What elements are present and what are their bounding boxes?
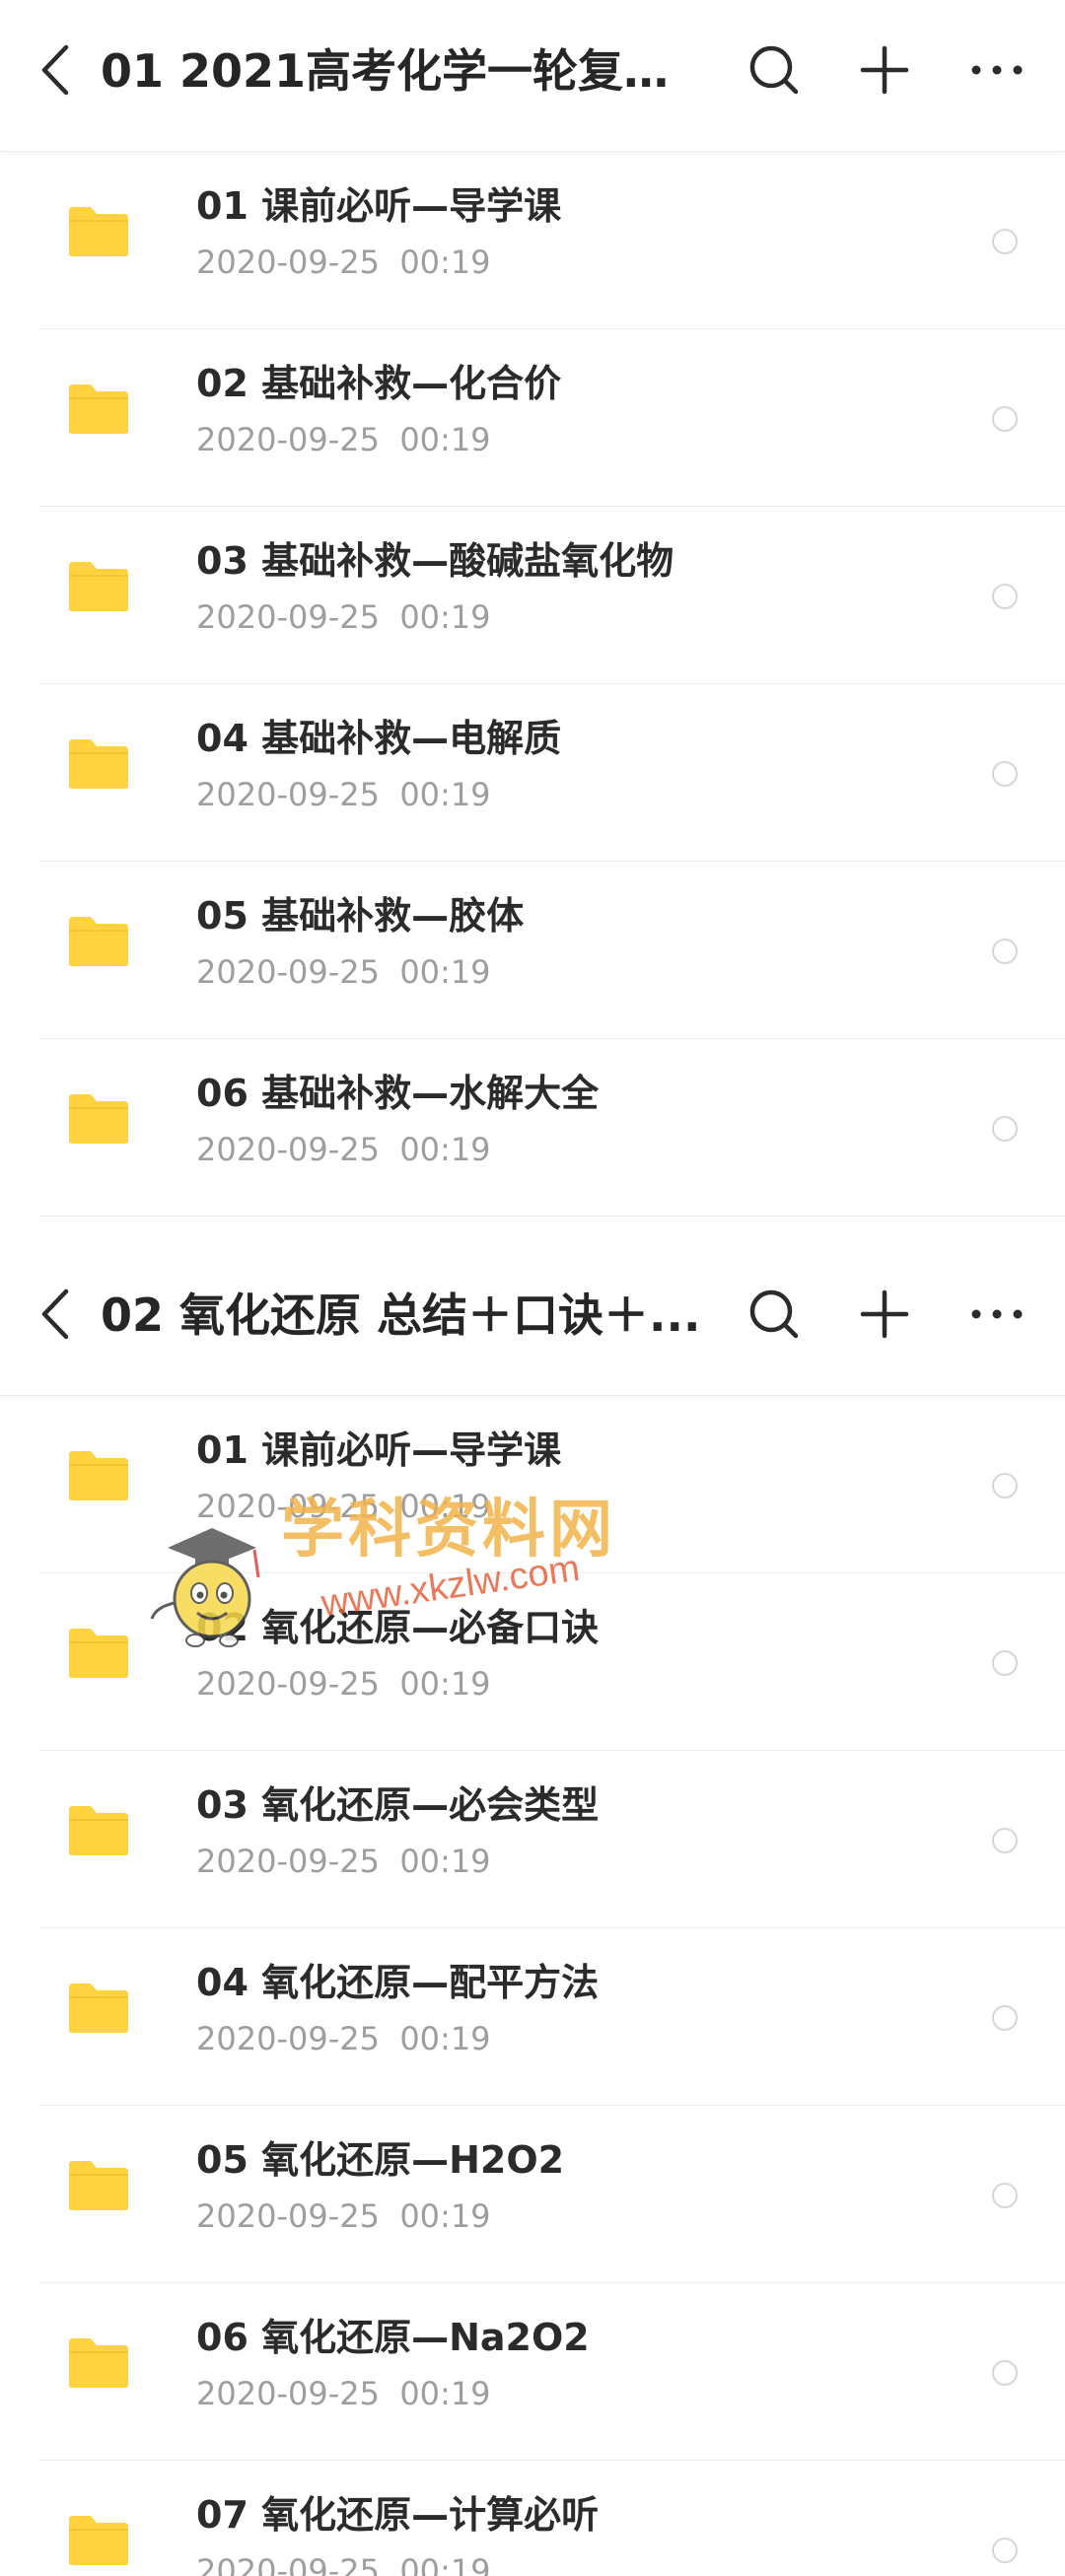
list-item[interactable]: 01 课前必听—导学课 2020-09-25 00:19: [39, 152, 1065, 329]
item-name: 05 基础补救—胶体: [196, 894, 525, 938]
folder-icon: [69, 2338, 128, 2388]
folder-icon: [69, 2516, 128, 2565]
more-horizontal-icon: [971, 1309, 1023, 1319]
item-name: 04 氧化还原—配平方法: [196, 1961, 600, 2004]
file-list: 01 课前必听—导学课 2020-09-25 00:19 02 氧化还原—必备口…: [0, 1396, 1065, 2576]
plus-icon: [860, 45, 909, 95]
add-button[interactable]: [850, 1280, 919, 1349]
folder-icon: [69, 1629, 128, 1678]
page-title: 02 氧化还原 总结＋口诀＋...: [101, 1288, 701, 1342]
plus-icon: [860, 1289, 909, 1339]
list-item[interactable]: 06 基础补救—水解大全 2020-09-25 00:19: [39, 1039, 1065, 1217]
add-button[interactable]: [850, 35, 919, 104]
item-date: 2020-09-25 00:19: [196, 2020, 491, 2057]
item-date: 2020-09-25 00:19: [196, 1665, 491, 1703]
list-item[interactable]: 07 氧化还原—计算必听 2020-09-25 00:19: [39, 2461, 1065, 2576]
select-radio[interactable]: [992, 2360, 1018, 2386]
search-icon: [749, 45, 799, 95]
more-button[interactable]: [962, 35, 1031, 104]
folder-screen-1: 01 2021高考化学一轮复习... 01 课前必听—导学课 2020-09-2…: [0, 0, 1065, 1244]
select-radio[interactable]: [992, 1116, 1018, 1142]
item-name: 01 课前必听—导学课: [196, 1428, 562, 1472]
item-name: 02 基础补救—化合价: [196, 362, 562, 405]
chevron-left-icon: [41, 44, 69, 96]
item-name: 03 氧化还原—必会类型: [196, 1783, 600, 1827]
folder-icon: [69, 1094, 128, 1144]
item-date: 2020-09-25 00:19: [196, 953, 491, 991]
select-radio[interactable]: [992, 229, 1018, 254]
folder-icon: [69, 917, 128, 966]
list-item[interactable]: 01 课前必听—导学课 2020-09-25 00:19: [39, 1396, 1065, 1573]
item-date: 2020-09-25 00:19: [196, 244, 491, 281]
item-name: 05 氧化还原—H2O2: [196, 2138, 565, 2182]
folder-screen-2: 02 氧化还原 总结＋口诀＋... 01 课前必听—导学课 2020-09-25…: [0, 1244, 1065, 2576]
search-button[interactable]: [740, 35, 809, 104]
back-button[interactable]: [28, 1280, 83, 1349]
folder-icon: [69, 1984, 128, 2033]
item-date: 2020-09-25 00:19: [196, 1843, 491, 1880]
item-name: 01 课前必听—导学课: [196, 184, 562, 228]
folder-icon: [69, 562, 128, 611]
back-button[interactable]: [28, 35, 83, 104]
item-name: 03 基础补救—酸碱盐氧化物: [196, 539, 674, 583]
item-date: 2020-09-25 00:19: [196, 598, 491, 636]
more-button[interactable]: [962, 1280, 1031, 1349]
select-radio[interactable]: [992, 2005, 1018, 2031]
list-item[interactable]: 02 氧化还原—必备口诀 2020-09-25 00:19: [39, 1573, 1065, 1751]
search-icon: [749, 1289, 799, 1339]
list-item[interactable]: 04 基础补救—电解质 2020-09-25 00:19: [39, 684, 1065, 862]
select-radio[interactable]: [992, 1650, 1018, 1676]
item-date: 2020-09-25 00:19: [196, 421, 491, 458]
folder-icon: [69, 1451, 128, 1500]
folder-icon: [69, 384, 128, 434]
top-bar: 01 2021高考化学一轮复习...: [0, 0, 1065, 152]
select-radio[interactable]: [992, 2538, 1018, 2563]
item-date: 2020-09-25 00:19: [196, 1488, 491, 1525]
item-date: 2020-09-25 00:19: [196, 2375, 491, 2412]
select-radio[interactable]: [992, 939, 1018, 964]
folder-icon: [69, 2161, 128, 2210]
more-horizontal-icon: [971, 65, 1023, 75]
item-name: 06 基础补救—水解大全: [196, 1072, 600, 1115]
list-item[interactable]: 03 基础补救—酸碱盐氧化物 2020-09-25 00:19: [39, 507, 1065, 684]
page-title: 01 2021高考化学一轮复习...: [101, 44, 712, 98]
item-name: 06 氧化还原—Na2O2: [196, 2316, 590, 2359]
item-name: 04 基础补救—电解质: [196, 717, 562, 760]
select-radio[interactable]: [992, 2183, 1018, 2208]
list-item[interactable]: 06 氧化还原—Na2O2 2020-09-25 00:19: [39, 2283, 1065, 2461]
item-date: 2020-09-25 00:19: [196, 2552, 491, 2576]
select-radio[interactable]: [992, 761, 1018, 787]
item-name: 02 氧化还原—必备口诀: [196, 1606, 600, 1649]
select-radio[interactable]: [992, 406, 1018, 432]
select-radio[interactable]: [992, 1828, 1018, 1853]
item-name: 07 氧化还原—计算必听: [196, 2493, 600, 2537]
list-item[interactable]: 05 基础补救—胶体 2020-09-25 00:19: [39, 862, 1065, 1039]
list-item[interactable]: 02 基础补救—化合价 2020-09-25 00:19: [39, 329, 1065, 507]
folder-icon: [69, 207, 128, 256]
search-button[interactable]: [740, 1280, 809, 1349]
top-bar: 02 氧化还原 总结＋口诀＋...: [0, 1244, 1065, 1396]
item-date: 2020-09-25 00:19: [196, 2197, 491, 2235]
item-date: 2020-09-25 00:19: [196, 776, 491, 813]
folder-icon: [69, 1806, 128, 1855]
folder-icon: [69, 739, 128, 789]
select-radio[interactable]: [992, 584, 1018, 609]
list-item[interactable]: 05 氧化还原—H2O2 2020-09-25 00:19: [39, 2106, 1065, 2283]
chevron-left-icon: [41, 1288, 69, 1340]
item-date: 2020-09-25 00:19: [196, 1131, 491, 1168]
list-item[interactable]: 04 氧化还原—配平方法 2020-09-25 00:19: [39, 1928, 1065, 2106]
list-item[interactable]: 03 氧化还原—必会类型 2020-09-25 00:19: [39, 1751, 1065, 1928]
file-list: 01 课前必听—导学课 2020-09-25 00:19 02 基础补救—化合价…: [0, 152, 1065, 1217]
select-radio[interactable]: [992, 1473, 1018, 1498]
